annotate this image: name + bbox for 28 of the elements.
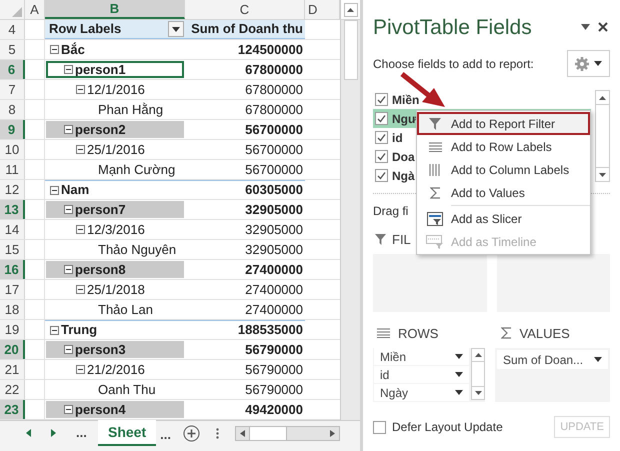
- value-cell-text: 124500000: [236, 40, 304, 59]
- value-cell-text: 56700000: [244, 160, 304, 179]
- drag-hint: Drag fi: [373, 203, 408, 220]
- value-cell-text: 56790000: [244, 380, 304, 399]
- value-cell-text: 67800000: [244, 100, 304, 119]
- value-cell-text: 67800000: [244, 80, 304, 99]
- defer-label: Defer Layout Update: [392, 419, 503, 436]
- value-cell: 60305000: [185, 180, 305, 199]
- pane-title: PivotTable Fields: [373, 15, 532, 41]
- filters-area-label: FIL: [392, 231, 411, 249]
- value-cell-text: 67800000: [244, 60, 304, 79]
- value-cell-text: 27400000: [244, 260, 304, 279]
- value-cell: 188535000: [185, 320, 305, 339]
- value-cell-text: 32905000: [244, 240, 304, 259]
- row-labels-header: Row Labels: [45, 20, 185, 39]
- values-area-label: VALUES: [520, 324, 570, 342]
- value-cell-text: 27400000: [244, 280, 304, 299]
- value-cell-text: 32905000: [244, 200, 304, 219]
- pane-instruction: Choose fields to add to report:: [373, 56, 534, 72]
- value-cell-text: 56790000: [244, 360, 304, 379]
- value-cell-text: 56700000: [244, 140, 304, 159]
- value-cell-text: 56700000: [244, 120, 304, 139]
- value-cell-text: 56790000: [244, 340, 304, 359]
- value-header: Sum of Doanh thu: [185, 20, 305, 39]
- value-cell-text: 27400000: [244, 300, 304, 319]
- value-cell-text: 49420000: [244, 400, 304, 419]
- value-cell-text: 32905000: [244, 220, 304, 239]
- rows-area-label: ROWS: [398, 324, 438, 342]
